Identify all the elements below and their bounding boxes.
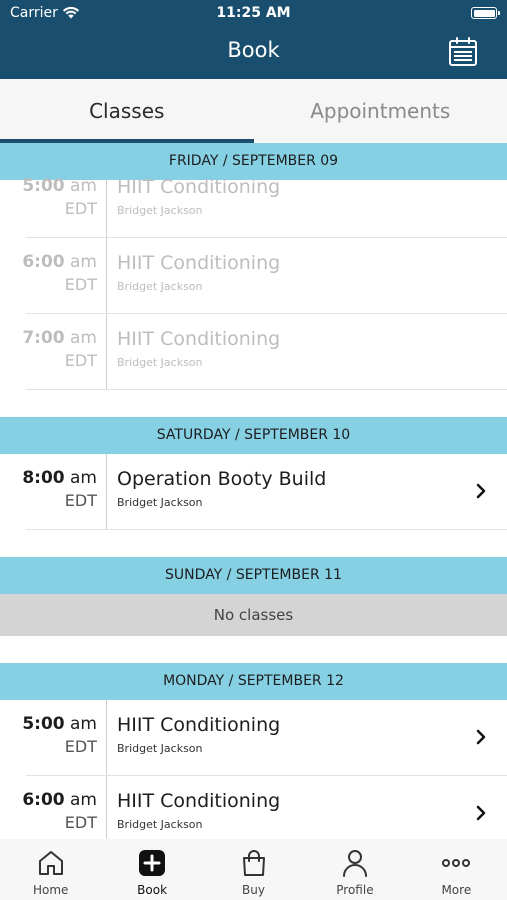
class-instructor: Bridget Jackson xyxy=(117,818,203,831)
schedule-list[interactable]: FRIDAY / SEPTEMBER 09 5:00 am EDT HIIT C… xyxy=(0,143,507,839)
calendar-icon[interactable] xyxy=(447,36,479,68)
class-time: 5:00 am EDT xyxy=(0,713,97,759)
status-bar: Carrier 11:25 AM xyxy=(0,0,507,28)
tab-classes[interactable]: Classes xyxy=(0,79,254,143)
class-timezone: EDT xyxy=(64,351,97,370)
row-divider xyxy=(106,238,107,314)
section-gap xyxy=(0,390,507,417)
class-time-ampm: am xyxy=(70,328,97,348)
class-timezone: EDT xyxy=(64,813,97,832)
battery-icon xyxy=(471,7,500,19)
tab-appointments[interactable]: Appointments xyxy=(254,79,507,143)
class-row: 7:00 am EDT HIIT Conditioning Bridget Ja… xyxy=(0,314,507,390)
class-row[interactable]: 8:00 am EDT Operation Booty Build Bridge… xyxy=(0,454,507,530)
class-time-value: 5:00 xyxy=(22,176,65,196)
tabbar-label: Profile xyxy=(336,883,374,897)
app-header: Carrier 11:25 AM Book xyxy=(0,0,507,79)
tabbar-label: Home xyxy=(32,883,69,897)
class-row: 5:00 am EDT HIIT Conditioning Bridget Ja… xyxy=(0,176,507,238)
class-instructor: Bridget Jackson xyxy=(117,496,203,509)
class-time-ampm: am xyxy=(70,176,97,196)
class-timezone: EDT xyxy=(64,737,97,756)
section-gap xyxy=(0,530,507,557)
class-time: 7:00 am EDT xyxy=(0,327,97,373)
tabbar-label: Book xyxy=(137,883,168,897)
class-timezone: EDT xyxy=(64,275,97,294)
class-instructor: Bridget Jackson xyxy=(117,280,203,293)
class-name: Operation Booty Build xyxy=(117,468,327,490)
class-time-ampm: am xyxy=(70,468,97,488)
class-time-ampm: am xyxy=(70,252,97,272)
class-time: 6:00 am EDT xyxy=(0,251,97,297)
no-classes-message: No classes xyxy=(0,594,507,636)
home-icon xyxy=(38,851,63,875)
day-header: MONDAY / SEPTEMBER 12 xyxy=(0,663,507,700)
more-icon xyxy=(442,859,471,867)
tabbar-item-buy[interactable]: Buy xyxy=(203,839,304,900)
bottom-tab-bar: Home Book Buy Profile More xyxy=(0,839,507,900)
row-divider xyxy=(106,454,107,530)
class-time-value: 7:00 xyxy=(22,328,65,348)
plus-square-icon xyxy=(139,850,166,876)
class-time: 5:00 am EDT xyxy=(0,175,97,221)
tabbar-item-book[interactable]: Book xyxy=(101,839,202,900)
chevron-right-icon[interactable] xyxy=(475,804,487,822)
row-divider xyxy=(106,314,107,390)
class-name: HIIT Conditioning xyxy=(117,176,281,198)
class-time-ampm: am xyxy=(70,790,97,810)
class-name: HIIT Conditioning xyxy=(117,328,281,350)
chevron-right-icon[interactable] xyxy=(475,482,487,500)
tabbar-item-more[interactable]: More xyxy=(406,839,507,900)
class-row[interactable]: 6:00 am EDT HIIT Conditioning Bridget Ja… xyxy=(0,776,507,839)
row-divider xyxy=(106,700,107,776)
class-name: HIIT Conditioning xyxy=(117,714,281,736)
booking-tabs: Classes Appointments xyxy=(0,79,507,143)
shopping-bag-icon xyxy=(242,850,265,876)
class-time-value: 6:00 xyxy=(22,252,65,272)
class-timezone: EDT xyxy=(64,491,97,510)
tabbar-item-home[interactable]: Home xyxy=(0,839,101,900)
class-name: HIIT Conditioning xyxy=(117,252,281,274)
row-separator xyxy=(26,529,507,530)
person-icon xyxy=(342,850,367,877)
row-separator xyxy=(26,389,507,390)
tabbar-item-profile[interactable]: Profile xyxy=(304,839,405,900)
day-header: SUNDAY / SEPTEMBER 11 xyxy=(0,557,507,594)
row-divider xyxy=(106,776,107,839)
tabbar-label: Buy xyxy=(242,883,265,897)
class-time-ampm: am xyxy=(70,714,97,734)
class-instructor: Bridget Jackson xyxy=(117,356,203,369)
tabbar-label: More xyxy=(441,883,472,897)
class-row: 6:00 am EDT HIIT Conditioning Bridget Ja… xyxy=(0,238,507,314)
page-title: Book xyxy=(227,38,280,62)
class-timezone: EDT xyxy=(64,199,97,218)
chevron-right-icon[interactable] xyxy=(475,728,487,746)
class-instructor: Bridget Jackson xyxy=(117,742,203,755)
class-row[interactable]: 5:00 am EDT HIIT Conditioning Bridget Ja… xyxy=(0,700,507,776)
class-instructor: Bridget Jackson xyxy=(117,204,203,217)
row-divider xyxy=(106,180,107,238)
class-time: 8:00 am EDT xyxy=(0,467,97,513)
class-time-value: 8:00 xyxy=(22,468,65,488)
class-time: 6:00 am EDT xyxy=(0,789,97,835)
class-name: HIIT Conditioning xyxy=(117,790,281,812)
class-time-value: 5:00 xyxy=(22,714,65,734)
section-gap xyxy=(0,636,507,663)
class-time-value: 6:00 xyxy=(22,790,65,810)
status-time: 11:25 AM xyxy=(216,5,291,21)
day-header: SATURDAY / SEPTEMBER 10 xyxy=(0,417,507,454)
